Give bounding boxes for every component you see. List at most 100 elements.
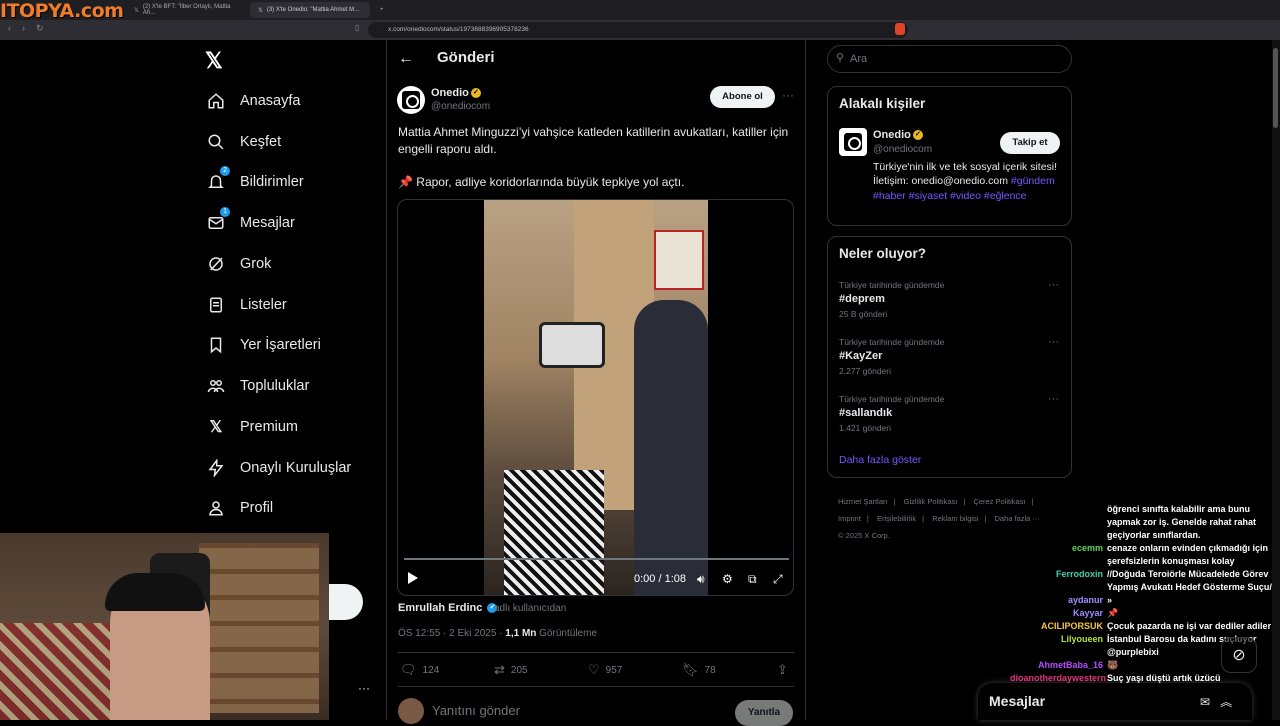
footer-link[interactable]: Erişilebilirlik (877, 514, 916, 523)
follow-button[interactable]: Takip et (1000, 132, 1060, 154)
video-time: 0:00 / 1:08 (634, 573, 686, 585)
share-button[interactable]: ⇪ (777, 662, 788, 678)
chat-text: //Doğuda Teroiörle Mücadelede Görev Yapm… (1107, 569, 1275, 592)
divider (398, 686, 794, 687)
sidebar-item-home[interactable]: Anasayfa (206, 86, 300, 116)
search-input[interactable]: Ara (827, 45, 1072, 73)
url-field[interactable]: x.com/onediocom/status/19736883969053782… (368, 22, 908, 38)
footer-link[interactable]: Gizlilik Politikası (904, 497, 958, 506)
back-nav-icon[interactable]: ‹ (8, 23, 11, 33)
bookmark-stat[interactable]: 🔖︎ 78 (682, 662, 716, 678)
post-text-line2: 📌 Rapor, adliye koridorlarında büyük tep… (398, 175, 685, 189)
share-icon: ⇪ (777, 662, 788, 677)
sidebar-item-label: Listeler (240, 297, 287, 313)
like-stat[interactable]: ♡ 957 (588, 662, 622, 678)
sidebar-item-profile[interactable]: Profil (206, 493, 273, 523)
attribution-name-text: Emrullah Erdinc (398, 602, 483, 614)
sidebar-item-lists[interactable]: Listeler (206, 290, 287, 320)
sidebar-item-label: Grok (240, 256, 272, 272)
scrollbar[interactable] (1272, 40, 1280, 720)
play-icon[interactable] (408, 572, 418, 584)
communities-icon (206, 376, 226, 396)
sidebar-item-label: Profil (240, 500, 274, 516)
chat-message: ecemm cenaze onların evinden çıkmadığı iç… (1010, 542, 1280, 568)
page-title: Gönderi (437, 49, 495, 66)
sidebar-item-explore[interactable]: Keşfet (206, 127, 281, 157)
trend-name[interactable]: #KayZer (839, 350, 882, 362)
footer-link[interactable]: Imprint (838, 514, 861, 523)
related-handle[interactable]: @onediocom (873, 144, 932, 155)
sidebar-item-label: Anasayfa (240, 93, 301, 109)
author-name[interactable]: Onedio ✓ (431, 87, 481, 99)
reply-stat[interactable]: 🗨︎ 124 (400, 662, 439, 678)
video-frame-image (484, 200, 708, 595)
reply-button[interactable]: Yanıtla (735, 700, 793, 726)
subscribe-button[interactable]: Abone ol (710, 86, 775, 108)
picture-in-picture-icon[interactable]: ⧉ (748, 572, 757, 587)
message-badge: 1 (220, 207, 230, 217)
bookmark-page-icon[interactable]: ▯ (355, 23, 359, 32)
repost-stat[interactable]: ⇄ 205 (494, 662, 528, 678)
footer-separator: | (922, 514, 925, 523)
account-more-button[interactable]: ··· (358, 681, 370, 695)
x-premium-icon: 𝕏 (209, 419, 223, 436)
sidebar-item-bookmarks[interactable]: Yer İşaretleri (206, 330, 321, 360)
brave-shield-icon[interactable] (895, 23, 905, 35)
video-attribution[interactable]: Emrullah Erdinc ✓ (398, 602, 498, 614)
show-more-link[interactable]: Daha fazla göster (839, 454, 921, 466)
trend-more-icon[interactable]: ··· (1048, 393, 1059, 405)
new-tab-button[interactable]: + (372, 2, 392, 18)
sidebar-item-verified-orgs[interactable]: Onaylı Kuruluşlar (206, 453, 351, 483)
sidebar-item-label: Topluluklar (240, 378, 310, 394)
reload-icon[interactable]: ↻ (36, 23, 44, 34)
webcam-overlay (0, 533, 329, 720)
sidebar-item-communities[interactable]: Topluluklar (206, 371, 309, 401)
fullscreen-icon[interactable]: ⤢ (773, 572, 783, 587)
trend-name[interactable]: #deprem (839, 293, 885, 305)
browser-tab-active[interactable]: 𝕏 (3) X'te Onedio: "Mattia Ahmet M... (250, 2, 370, 18)
author-handle[interactable]: @onediocom (431, 101, 490, 112)
sidebar-item-grok[interactable]: Grok (206, 249, 271, 279)
chevron-up-icon[interactable]: ︽ (1220, 695, 1232, 709)
scrollbar-thumb[interactable] (1273, 48, 1278, 128)
views-label: Görüntüleme (536, 628, 597, 639)
footer-link[interactable]: Reklam bilgisi (932, 514, 978, 523)
author-avatar[interactable] (397, 86, 425, 114)
sidebar-item-label: Bildirimler (240, 174, 304, 190)
trend-more-icon[interactable]: ··· (1048, 279, 1059, 291)
x-logo-icon[interactable]: 𝕏 (205, 48, 223, 74)
sidebar-item-notifications[interactable]: 2 Bildirimler (206, 166, 304, 197)
footer-link[interactable]: Hizmet Şartları (838, 497, 888, 506)
messages-drawer-actions: ✉ ︽ (1200, 693, 1232, 710)
browser-tab[interactable]: 𝕏 (2) X'te BFT: "İlber Ortaylı, Mattia Ah… (126, 2, 246, 18)
back-arrow-icon[interactable]: ← (398, 50, 414, 68)
person-icon (206, 498, 226, 518)
sidebar-item-messages[interactable]: 1 Mesajlar (206, 207, 295, 238)
trend-name[interactable]: #sallandık (839, 407, 892, 419)
attribution-suffix: adlı kullanıcıdan (494, 603, 567, 614)
mail-icon: 1 (206, 207, 230, 233)
grok-icon (206, 254, 226, 274)
tab-label: (2) X'te BFT: "İlber Ortaylı, Mattia Ah.… (142, 4, 231, 16)
sidebar-item-premium[interactable]: 𝕏 Premium (206, 412, 298, 442)
chat-message: öğrenci sınıfta kalabilir ama bunu yapma… (1010, 503, 1280, 542)
forward-nav-icon[interactable]: › (22, 23, 25, 33)
video-player[interactable]: 0:00 / 1:08 🔊︎ ⚙ ⧉ ⤢ (397, 199, 794, 596)
reply-input[interactable]: Yanıtını gönder (432, 703, 520, 718)
post-more-icon[interactable]: ··· (782, 88, 794, 102)
video-progress-bar[interactable] (404, 558, 789, 560)
notification-badge: 2 (220, 166, 230, 176)
post-button[interactable] (329, 584, 363, 620)
grok-fab-button[interactable]: ⊘ (1221, 637, 1257, 673)
messages-drawer[interactable]: Mesajlar ✉ ︽ (978, 683, 1252, 720)
volume-icon[interactable]: 🔊︎ (697, 572, 705, 587)
chat-username: AhmetBaba_16 (1037, 660, 1103, 670)
chat-username (1010, 503, 1107, 542)
new-message-icon[interactable]: ✉ (1200, 695, 1210, 709)
chat-text: cenaze onların evinden çıkmadığı için şe… (1107, 543, 1269, 566)
related-name[interactable]: Onedio ✓ (873, 129, 923, 141)
trend-more-icon[interactable]: ··· (1048, 336, 1059, 348)
settings-gear-icon[interactable]: ⚙ (722, 572, 733, 586)
chat-text: 📌 (1107, 608, 1119, 618)
related-avatar[interactable] (839, 128, 867, 156)
